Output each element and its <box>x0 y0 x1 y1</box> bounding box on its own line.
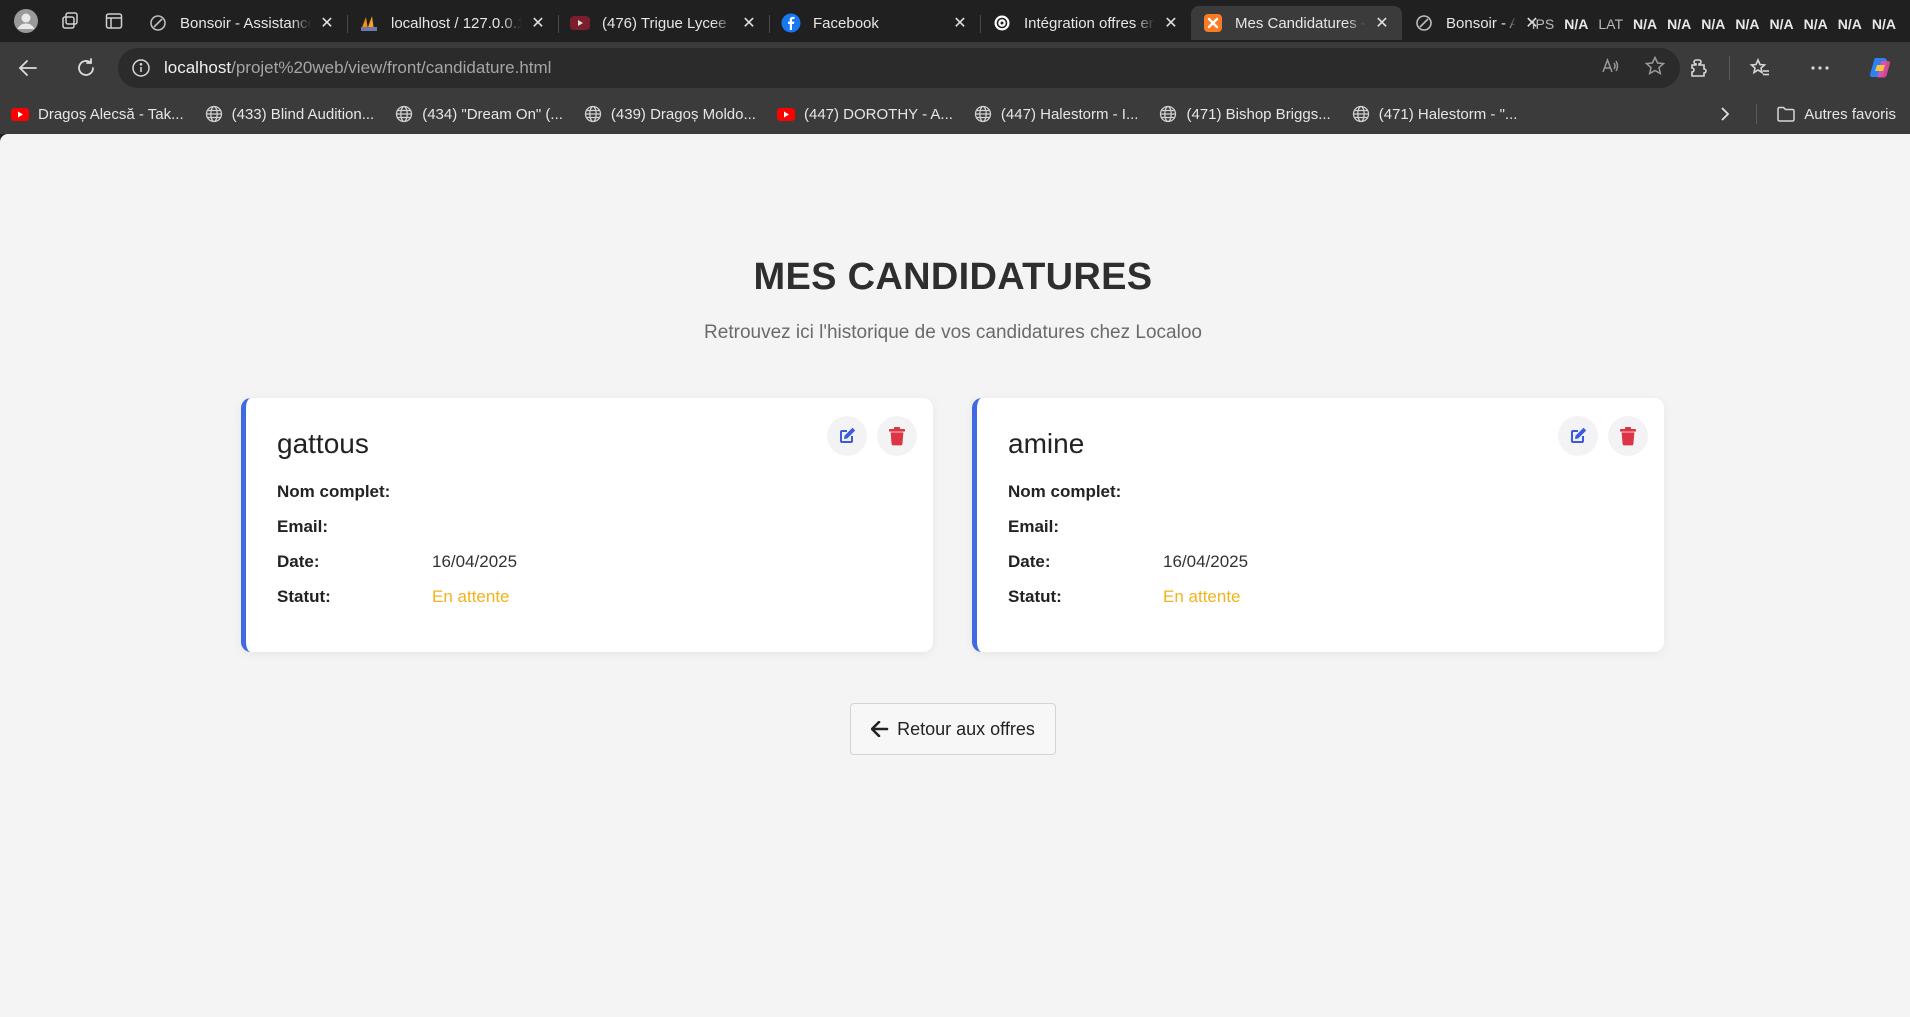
globe-icon <box>1158 104 1178 124</box>
field-label: Statut: <box>1008 587 1062 606</box>
field-label: Email: <box>277 517 329 536</box>
tab-phpmyadmin[interactable]: localhost / 127.0.0.1 ✕ <box>347 6 558 40</box>
address-bar[interactable]: localhost/projet%20web/view/front/candid… <box>118 48 1680 88</box>
applicant-name: amine <box>1008 428 1085 459</box>
edit-icon <box>840 427 856 443</box>
field-label: Nom complet: <box>1008 482 1122 501</box>
other-bookmarks-folder[interactable]: Autres favoris <box>1776 94 1896 134</box>
globe-icon <box>583 104 603 124</box>
card-actions <box>1558 416 1648 456</box>
field-label: Nom complet: <box>277 482 391 501</box>
trash-icon <box>1620 427 1636 446</box>
close-tab-icon[interactable]: ✕ <box>739 13 759 33</box>
url-text[interactable]: localhost/projet%20web/view/front/candid… <box>164 58 551 78</box>
date-value: 16/04/2025 <box>1163 552 1249 571</box>
close-tab-icon[interactable]: ✕ <box>1161 13 1181 33</box>
toolbar: localhost/projet%20web/view/front/candid… <box>0 42 1910 94</box>
trash-icon <box>889 427 905 446</box>
bookmark-item[interactable]: (471) Bishop Briggs... <box>1156 99 1340 129</box>
bookmarks-bar: Dragoș Alecsă - Tak... (433) Blind Audit… <box>0 94 1910 134</box>
openai-icon <box>992 13 1012 33</box>
tab-title: Facebook <box>813 14 879 32</box>
back-button-label: Retour aux offres <box>897 718 1035 739</box>
bookmark-item[interactable]: (439) Dragoș Moldo... <box>581 99 766 129</box>
tab-mes-candidatures[interactable]: Mes Candidatures - ✕ <box>1191 6 1402 40</box>
reload-icon[interactable] <box>64 48 108 88</box>
read-aloud-icon[interactable] <box>1600 56 1620 81</box>
extensions-icon[interactable] <box>1669 42 1729 94</box>
workspaces-icon[interactable] <box>48 0 92 42</box>
back-to-offers-button[interactable]: Retour aux offres <box>850 703 1056 755</box>
status-value: En attente <box>1163 587 1241 606</box>
globe-icon <box>394 104 414 124</box>
tab-strip: Bonsoir - Assistance ✕ localhost / 127.0… <box>0 0 1910 42</box>
tab-title: Intégration offres en <box>1024 14 1155 32</box>
application-card: gattous Nom complet: Email: Date: 16/04/… <box>241 398 933 652</box>
phpmyadmin-icon <box>359 13 379 33</box>
page-subtitle: Retrouvez ici l'historique de vos candid… <box>704 322 1202 343</box>
chevron-right-icon[interactable] <box>1710 94 1740 134</box>
edit-icon <box>1571 427 1587 443</box>
page-title: MES CANDIDATURES <box>753 256 1153 298</box>
tab-actions-icon[interactable] <box>92 0 136 42</box>
back-arrow-icon[interactable] <box>6 48 50 88</box>
bookmark-item[interactable]: (433) Blind Audition... <box>202 99 385 129</box>
page-viewport: MES CANDIDATURES Retrouvez ici l'histori… <box>0 134 1910 1017</box>
copilot-icon[interactable] <box>1850 42 1910 94</box>
tab-bonsoir-assistance[interactable]: Bonsoir - Assistance ✕ <box>136 6 347 40</box>
tab-youtube-trigue[interactable]: (476) Trigue Lycee - Y ✕ <box>558 6 769 40</box>
more-menu-icon[interactable] <box>1790 42 1850 94</box>
chatgpt-icon <box>1414 13 1434 33</box>
youtube-icon <box>10 104 30 124</box>
status-value: En attente <box>432 587 510 606</box>
bookmark-item[interactable]: (447) Halestorm - I... <box>971 99 1149 129</box>
delete-button[interactable] <box>1608 416 1648 456</box>
card-actions <box>827 416 917 456</box>
tab-bonsoir-assistance-2[interactable]: Bonsoir - Assistance ✕ <box>1402 6 1552 40</box>
date-value: 16/04/2025 <box>432 552 518 571</box>
globe-icon <box>1351 104 1371 124</box>
favorites-icon[interactable] <box>1730 42 1790 94</box>
field-label: Email: <box>1008 517 1060 536</box>
bookmark-item[interactable]: Dragoș Alecsă - Tak... <box>8 99 194 129</box>
favorite-star-icon[interactable] <box>1644 55 1666 82</box>
performance-overlay: IPS N/A LAT N/A N/A N/A N/A N/A N/A N/A … <box>1531 16 1896 32</box>
bookmark-item[interactable]: (471) Halestorm - "... <box>1349 99 1528 129</box>
close-tab-icon[interactable]: ✕ <box>1372 13 1392 33</box>
xampp-icon <box>1203 13 1223 33</box>
delete-button[interactable] <box>877 416 917 456</box>
field-label: Statut: <box>277 587 331 606</box>
tab-title: localhost / 127.0.0.1 <box>391 14 522 32</box>
bookmark-item[interactable]: (447) DOROTHY - A... <box>774 99 963 129</box>
edit-button[interactable] <box>1558 416 1598 456</box>
tab-title: Bonsoir - Assistance <box>180 14 311 32</box>
field-label: Date: <box>277 552 320 571</box>
tab-integration-offres[interactable]: Intégration offres en ✕ <box>980 6 1191 40</box>
bookmarks-divider <box>1756 104 1757 124</box>
bookmark-item[interactable]: (434) "Dream On" (... <box>392 99 573 129</box>
facebook-icon <box>781 13 801 33</box>
chatgpt-icon <box>148 13 168 33</box>
edit-button[interactable] <box>827 416 867 456</box>
tab-title: (476) Trigue Lycee - Y <box>602 14 733 32</box>
arrow-left-icon <box>871 721 889 737</box>
globe-icon <box>204 104 224 124</box>
folder-icon <box>1776 105 1796 123</box>
field-label: Date: <box>1008 552 1051 571</box>
youtube-icon <box>570 13 590 33</box>
site-info-icon[interactable] <box>118 58 164 78</box>
tab-title: Mes Candidatures - <box>1235 14 1366 32</box>
close-tab-icon[interactable]: ✕ <box>317 13 337 33</box>
profile-avatar-icon[interactable] <box>4 0 48 42</box>
youtube-icon <box>776 104 796 124</box>
applicant-name: gattous <box>277 428 369 459</box>
close-tab-icon[interactable]: ✕ <box>950 13 970 33</box>
application-card: amine Nom complet: Email: Date: 16/04/20… <box>972 398 1664 652</box>
tab-facebook[interactable]: Facebook ✕ <box>769 6 980 40</box>
tab-title: Bonsoir - Assistance <box>1446 14 1516 32</box>
close-tab-icon[interactable]: ✕ <box>528 13 548 33</box>
globe-icon <box>973 104 993 124</box>
